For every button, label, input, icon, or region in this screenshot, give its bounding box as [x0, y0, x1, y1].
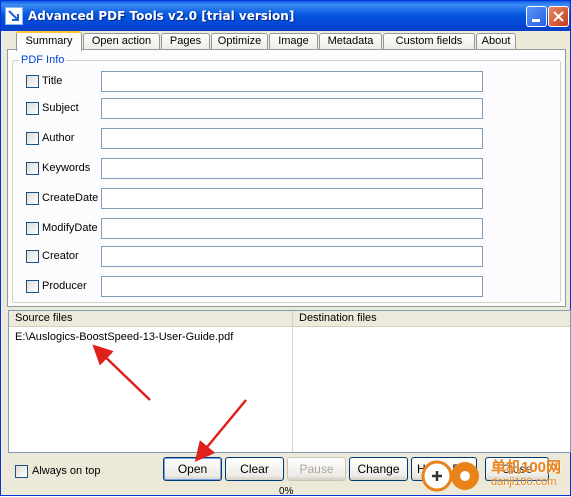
field-row-creator: Creator [13, 246, 562, 268]
always-on-top-label: Always on top [32, 465, 101, 477]
field-row-producer: Producer [13, 276, 562, 298]
destination-files-header[interactable]: Destination files [293, 311, 570, 327]
creator-label: Creator [42, 250, 79, 262]
tab-about[interactable]: About [476, 33, 516, 50]
column-divider[interactable] [292, 311, 293, 452]
creator-input[interactable] [101, 246, 483, 267]
watermark-logo-icon [421, 460, 479, 492]
author-label: Author [42, 132, 75, 144]
pause-button[interactable]: Pause [287, 457, 346, 481]
title-bar[interactable]: Advanced PDF Tools v2.0 [trial version] [1, 1, 570, 31]
producer-label: Producer [42, 280, 87, 292]
file-list[interactable]: Source files Destination files E:\Auslog… [8, 310, 571, 453]
producer-input[interactable] [101, 276, 483, 297]
source-file-item[interactable]: E:\Auslogics-BoostSpeed-13-User-Guide.pd… [15, 331, 233, 343]
pdf-info-title: PDF Info [19, 54, 67, 66]
subject-input[interactable] [101, 98, 483, 119]
keywords-label: Keywords [42, 162, 91, 174]
title-label: Title [42, 75, 63, 87]
modifydate-checkbox[interactable] [26, 222, 39, 235]
minimize-button[interactable] [526, 6, 547, 27]
field-row-keywords: Keywords [13, 158, 562, 180]
change-button[interactable]: Change [349, 457, 408, 481]
watermark-site-name: 单机100网 [491, 459, 562, 476]
field-row-modifydate: ModifyDate [13, 218, 562, 240]
field-row-createdate: CreateDate [13, 188, 562, 210]
close-window-button[interactable] [548, 6, 569, 27]
modifydate-label: ModifyDate [42, 222, 98, 234]
subject-label: Subject [42, 102, 79, 114]
createdate-checkbox[interactable] [26, 192, 39, 205]
keywords-checkbox[interactable] [26, 162, 39, 175]
watermark-site-url: danji100.com [491, 476, 557, 488]
tab-summary[interactable]: Summary [16, 31, 82, 51]
tab-open-action[interactable]: Open action [83, 33, 160, 50]
author-checkbox[interactable] [26, 132, 39, 145]
field-row-author: Author [13, 128, 562, 150]
pdf-info-group: PDF Info Title Subject Author Keywords C… [12, 54, 562, 303]
always-on-top-checkbox[interactable] [15, 465, 28, 478]
close-icon [553, 11, 564, 22]
tab-metadata[interactable]: Metadata [319, 33, 382, 50]
modifydate-input[interactable] [101, 218, 483, 239]
open-button[interactable]: Open [163, 457, 222, 481]
keywords-input[interactable] [101, 158, 483, 179]
subject-checkbox[interactable] [26, 102, 39, 115]
createdate-label: CreateDate [42, 192, 99, 204]
summary-panel: PDF Info Title Subject Author Keywords C… [7, 49, 566, 307]
window-title: Advanced PDF Tools v2.0 [trial version] [28, 9, 295, 23]
producer-checkbox[interactable] [26, 280, 39, 293]
tab-optimize[interactable]: Optimize [211, 33, 268, 50]
title-checkbox[interactable] [26, 75, 39, 88]
clear-button[interactable]: Clear [225, 457, 284, 481]
field-row-title: Title [13, 71, 562, 93]
field-row-subject: Subject [13, 98, 562, 120]
app-window: Advanced PDF Tools v2.0 [trial version] … [0, 0, 571, 497]
source-files-header[interactable]: Source files [9, 311, 292, 327]
title-input[interactable] [101, 71, 483, 92]
app-icon [5, 7, 23, 25]
tab-image[interactable]: Image [269, 33, 318, 50]
createdate-input[interactable] [101, 188, 483, 209]
author-input[interactable] [101, 128, 483, 149]
progress-text: 0% [279, 486, 294, 497]
creator-checkbox[interactable] [26, 250, 39, 263]
tab-pages[interactable]: Pages [161, 33, 210, 50]
tab-custom-fields[interactable]: Custom fields [383, 33, 475, 50]
